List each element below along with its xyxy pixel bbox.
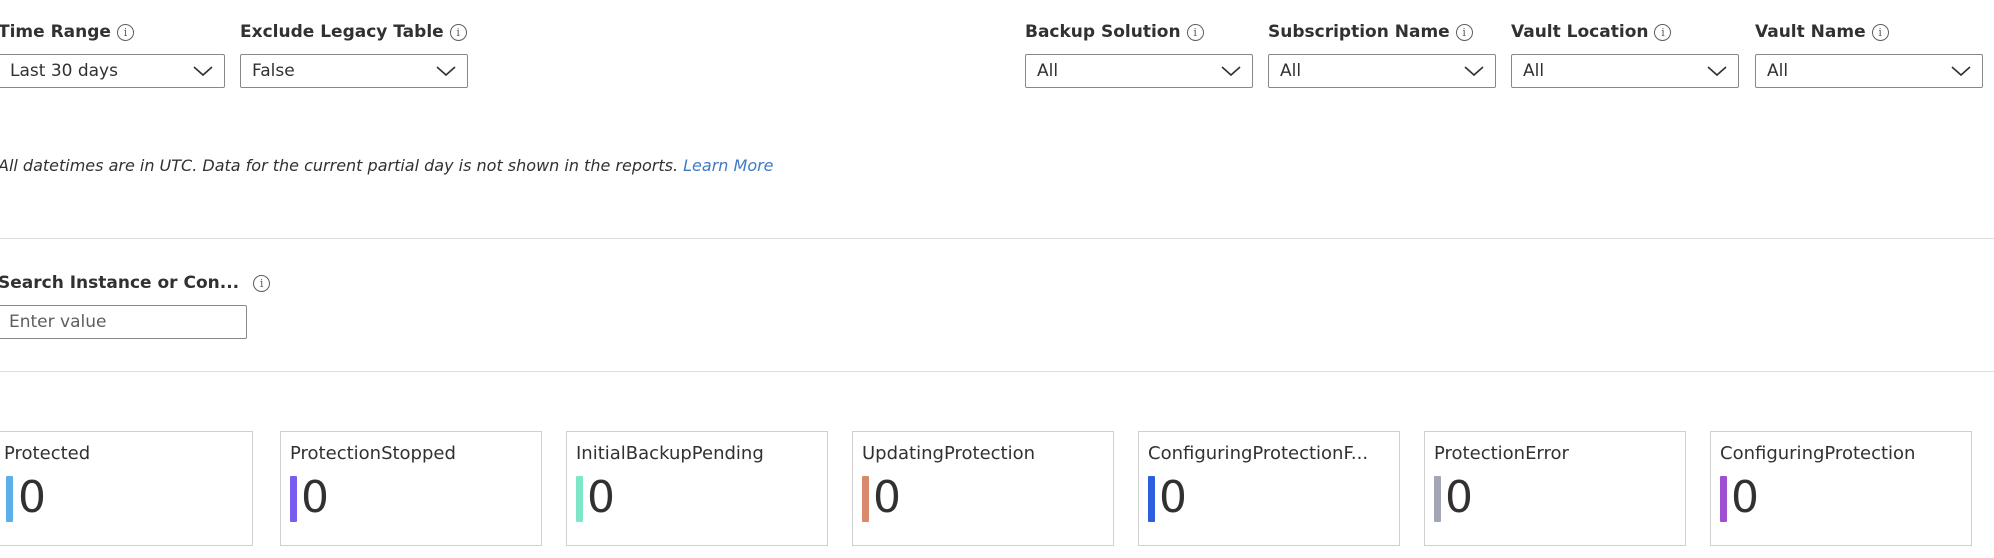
exclude-legacy-table-dropdown[interactable]: False bbox=[240, 54, 468, 88]
vault-location-dropdown[interactable]: All bbox=[1511, 54, 1739, 88]
chevron-down-icon bbox=[1951, 66, 1971, 77]
status-tile-configuring-protection[interactable]: ConfiguringProtection 0 bbox=[1710, 431, 1972, 546]
tile-value: 0 bbox=[1445, 472, 1473, 523]
dropdown-value: All bbox=[1523, 61, 1545, 81]
tile-value: 0 bbox=[873, 472, 901, 523]
search-label: Search Instance or Con... i bbox=[0, 273, 271, 293]
filter-label: Exclude Legacy Table i bbox=[240, 22, 467, 42]
tile-title: InitialBackupPending bbox=[576, 443, 764, 464]
tile-value: 0 bbox=[1731, 472, 1759, 523]
vault-name-dropdown[interactable]: All bbox=[1755, 54, 1983, 88]
tile-title: ConfiguringProtection bbox=[1720, 443, 1916, 464]
tile-title: UpdatingProtection bbox=[862, 443, 1036, 464]
dropdown-value: All bbox=[1280, 61, 1302, 81]
backup-solution-dropdown[interactable]: All bbox=[1025, 54, 1253, 88]
chevron-down-icon bbox=[193, 66, 213, 77]
time-range-dropdown[interactable]: Last 30 days bbox=[0, 54, 225, 88]
chevron-down-icon bbox=[1707, 66, 1727, 77]
status-tile-configuring-protection-failed[interactable]: ConfiguringProtectionF... 0 bbox=[1138, 431, 1400, 546]
tile-value: 0 bbox=[1159, 472, 1187, 523]
status-tile-initial-backup-pending[interactable]: InitialBackupPending 0 bbox=[566, 431, 828, 546]
status-color-bar bbox=[576, 476, 583, 522]
info-icon[interactable]: i bbox=[116, 23, 134, 41]
status-tile-protection-error[interactable]: ProtectionError 0 bbox=[1424, 431, 1686, 546]
dropdown-value: False bbox=[252, 61, 295, 81]
divider bbox=[0, 238, 1994, 239]
status-color-bar bbox=[6, 476, 13, 522]
filter-label: Backup Solution i bbox=[1025, 22, 1204, 42]
info-icon[interactable]: i bbox=[1871, 23, 1889, 41]
info-icon[interactable]: i bbox=[253, 274, 271, 292]
divider bbox=[0, 371, 1994, 372]
tile-value: 0 bbox=[18, 472, 46, 523]
search-input[interactable] bbox=[0, 305, 247, 339]
dropdown-value: Last 30 days bbox=[10, 61, 118, 81]
utc-note: All datetimes are in UTC. Data for the c… bbox=[0, 156, 774, 175]
info-icon[interactable]: i bbox=[1186, 23, 1204, 41]
info-icon[interactable]: i bbox=[449, 23, 467, 41]
status-tile-protected[interactable]: Protected 0 bbox=[0, 431, 253, 546]
status-color-bar bbox=[862, 476, 869, 522]
tile-value: 0 bbox=[587, 472, 615, 523]
filter-label: Time Range i bbox=[0, 22, 134, 42]
tile-title: Protected bbox=[4, 443, 91, 464]
subscription-name-dropdown[interactable]: All bbox=[1268, 54, 1496, 88]
status-color-bar bbox=[1148, 476, 1155, 522]
status-color-bar bbox=[290, 476, 297, 522]
tile-title: ConfiguringProtectionF... bbox=[1148, 443, 1369, 464]
filter-label: Subscription Name i bbox=[1268, 22, 1473, 42]
info-icon[interactable]: i bbox=[1654, 23, 1672, 41]
chevron-down-icon bbox=[436, 66, 456, 77]
filter-label: Vault Location i bbox=[1511, 22, 1672, 42]
note-text: All datetimes are in UTC. Data for the c… bbox=[0, 156, 679, 175]
dropdown-value: All bbox=[1037, 61, 1059, 81]
filter-label: Vault Name i bbox=[1755, 22, 1889, 42]
tile-value: 0 bbox=[301, 472, 329, 523]
tile-title: ProtectionStopped bbox=[290, 443, 456, 464]
status-tile-updating-protection[interactable]: UpdatingProtection 0 bbox=[852, 431, 1114, 546]
status-color-bar bbox=[1720, 476, 1727, 522]
learn-more-link[interactable]: Learn More bbox=[683, 156, 773, 175]
status-color-bar bbox=[1434, 476, 1441, 522]
status-tile-protection-stopped[interactable]: ProtectionStopped 0 bbox=[280, 431, 542, 546]
chevron-down-icon bbox=[1221, 66, 1241, 77]
info-icon[interactable]: i bbox=[1455, 23, 1473, 41]
tile-title: ProtectionError bbox=[1434, 443, 1569, 464]
chevron-down-icon bbox=[1464, 66, 1484, 77]
dropdown-value: All bbox=[1767, 61, 1789, 81]
